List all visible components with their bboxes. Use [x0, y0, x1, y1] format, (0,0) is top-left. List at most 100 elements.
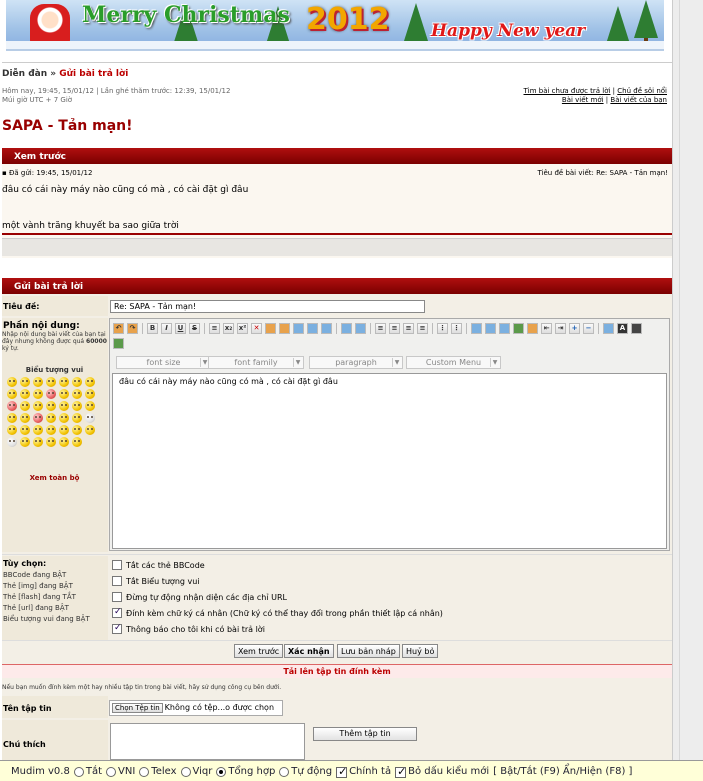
- align-right-icon[interactable]: ≡: [403, 323, 414, 334]
- link-icon[interactable]: [293, 323, 304, 334]
- add-file-button[interactable]: Thêm tập tin: [313, 727, 417, 741]
- smiley-icon[interactable]: [20, 413, 30, 423]
- smiley-icon[interactable]: [7, 437, 17, 447]
- horizontal-rule-icon[interactable]: ≡: [209, 323, 220, 334]
- spoiler-icon[interactable]: [499, 323, 510, 334]
- bold-icon[interactable]: B: [147, 323, 158, 334]
- smiley-icon[interactable]: [72, 413, 82, 423]
- paint-icon[interactable]: [279, 323, 290, 334]
- smiley-icon[interactable]: [59, 437, 69, 447]
- smiley-icon[interactable]: [72, 389, 82, 399]
- paragraph-select[interactable]: paragraph ▼: [309, 356, 403, 369]
- minus-icon[interactable]: −: [583, 323, 594, 334]
- spellcheck-checkbox[interactable]: [336, 765, 347, 778]
- notify-checkbox[interactable]: [112, 623, 122, 634]
- unlink-icon[interactable]: [307, 323, 318, 334]
- smiley-icon[interactable]: [33, 377, 43, 387]
- smiley-icon[interactable]: [46, 437, 56, 447]
- highlight-icon[interactable]: [513, 323, 524, 334]
- spellcheck-icon[interactable]: [113, 338, 125, 350]
- smiley-icon[interactable]: [7, 377, 17, 387]
- smiley-icon[interactable]: [72, 377, 82, 387]
- fullscreen-icon[interactable]: [631, 323, 642, 334]
- smiley-icon[interactable]: [20, 377, 30, 387]
- submit-button[interactable]: Xác nhận: [284, 644, 334, 658]
- smiley-icon[interactable]: [46, 401, 56, 411]
- plus-icon[interactable]: +: [569, 323, 580, 334]
- mode-off-radio[interactable]: [73, 767, 84, 777]
- mode-telex-radio[interactable]: [139, 767, 150, 777]
- new-posts-link[interactable]: Bài viết mới: [562, 96, 604, 104]
- smiley-icon[interactable]: [59, 377, 69, 387]
- option-attach-signature[interactable]: Đính kèm chữ ký cá nhân (Chữ ký có thể t…: [112, 607, 443, 618]
- source-icon[interactable]: [603, 323, 614, 334]
- smiley-icon[interactable]: [85, 425, 95, 435]
- smiley-icon[interactable]: [33, 437, 43, 447]
- undo-icon[interactable]: ↶: [113, 323, 124, 334]
- unordered-list-icon[interactable]: ⋮: [451, 323, 462, 334]
- mode-combined-radio[interactable]: [216, 767, 227, 777]
- smiley-icon[interactable]: [20, 389, 30, 399]
- option-disable-urls[interactable]: Đừng tự động nhận diện các địa chỉ URL: [112, 592, 287, 602]
- mode-auto-radio[interactable]: [279, 767, 290, 777]
- smiley-icon[interactable]: [85, 389, 95, 399]
- smiley-icon[interactable]: [59, 425, 69, 435]
- align-left-icon[interactable]: ≡: [375, 323, 386, 334]
- table-props-icon[interactable]: [355, 323, 366, 334]
- smiley-icon[interactable]: [72, 401, 82, 411]
- smiley-icon[interactable]: [7, 425, 17, 435]
- disable-bbcode-checkbox[interactable]: [112, 560, 122, 570]
- unanswered-link[interactable]: Tìm bài chưa được trả lời: [524, 87, 611, 95]
- font-size-select[interactable]: font size ▼: [116, 356, 211, 369]
- breadcrumb-current-link[interactable]: Gửi bài trả lời: [59, 69, 128, 79]
- smiley-icon[interactable]: [33, 413, 43, 423]
- remove-format-icon[interactable]: ✕: [251, 323, 262, 334]
- outdent-icon[interactable]: ⇤: [541, 323, 552, 334]
- font-icon[interactable]: A: [617, 323, 628, 334]
- new-accent-checkbox[interactable]: [395, 765, 406, 778]
- smiley-icon[interactable]: [59, 413, 69, 423]
- smiley-icon[interactable]: [72, 437, 82, 447]
- smiley-icon[interactable]: [46, 413, 56, 423]
- save-draft-button[interactable]: Lưu bản nháp: [337, 644, 400, 658]
- smiley-icon[interactable]: [7, 389, 17, 399]
- ordered-list-icon[interactable]: ⋮: [437, 323, 448, 334]
- smiley-icon[interactable]: [7, 413, 17, 423]
- strikethrough-icon[interactable]: S: [189, 323, 200, 334]
- view-all-smilies-link[interactable]: Xem toàn bộ: [2, 474, 107, 482]
- italic-icon[interactable]: I: [161, 323, 172, 334]
- active-topics-link[interactable]: Chủ đề sôi nổi: [617, 87, 667, 95]
- indent-icon[interactable]: ⇥: [555, 323, 566, 334]
- disable-urls-checkbox[interactable]: [112, 592, 122, 602]
- smiley-icon[interactable]: [33, 401, 43, 411]
- media-icon[interactable]: [321, 323, 332, 334]
- quote-icon[interactable]: [471, 323, 482, 334]
- smiley-icon[interactable]: [46, 377, 56, 387]
- smiley-icon[interactable]: [20, 401, 30, 411]
- cancel-button[interactable]: Huỷ bỏ: [402, 644, 439, 658]
- code-icon[interactable]: [485, 323, 496, 334]
- file-input[interactable]: Chọn Tệp tin Không có tệp...o được chọn: [109, 700, 283, 716]
- smiley-icon[interactable]: [33, 389, 43, 399]
- brush-icon[interactable]: [527, 323, 538, 334]
- disable-smilies-checkbox[interactable]: [112, 576, 122, 586]
- custom-menu-select[interactable]: Custom Menu ▼: [406, 356, 501, 369]
- redo-icon[interactable]: ↷: [127, 323, 138, 334]
- option-disable-bbcode[interactable]: Tắt các thẻ BBCode: [112, 560, 205, 570]
- superscript-icon[interactable]: x²: [237, 323, 248, 334]
- mode-viqr-radio[interactable]: [180, 767, 191, 777]
- attach-signature-checkbox[interactable]: [112, 607, 122, 618]
- smiley-icon[interactable]: [46, 425, 56, 435]
- smiley-icon[interactable]: [85, 413, 95, 423]
- choose-file-button[interactable]: Chọn Tệp tin: [112, 703, 163, 713]
- breadcrumb-root-link[interactable]: Diễn đàn: [2, 69, 47, 79]
- smiley-icon[interactable]: [20, 425, 30, 435]
- smiley-icon[interactable]: [59, 401, 69, 411]
- image-icon[interactable]: [265, 323, 276, 334]
- smiley-icon[interactable]: [85, 377, 95, 387]
- your-posts-link[interactable]: Bài viết của bạn: [610, 96, 667, 104]
- file-comment-textarea[interactable]: [110, 723, 305, 760]
- smiley-icon[interactable]: [20, 437, 30, 447]
- smiley-icon[interactable]: [72, 425, 82, 435]
- option-disable-smilies[interactable]: Tắt Biểu tượng vui: [112, 576, 200, 586]
